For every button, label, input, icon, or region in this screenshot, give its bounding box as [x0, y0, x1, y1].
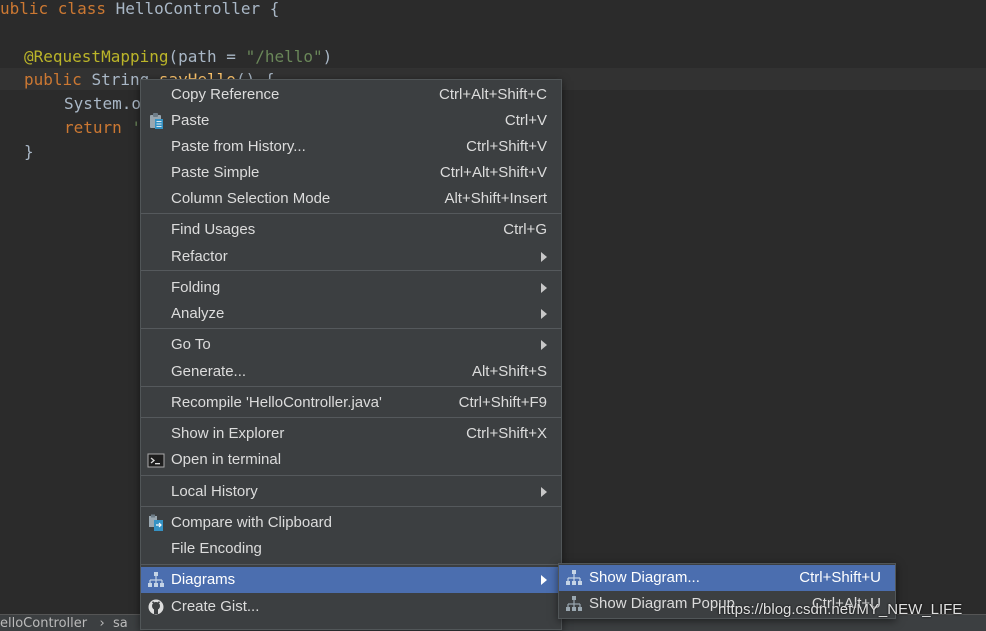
menu-item-label: Go To — [171, 336, 211, 353]
annotation-args: (path = — [168, 47, 246, 66]
menu-separator — [141, 564, 561, 565]
keyword: return — [64, 118, 122, 137]
menu-separator — [141, 213, 561, 214]
menu-item-copy-reference[interactable]: Copy Reference Ctrl+Alt+Shift+C — [141, 82, 561, 108]
menu-item-label: Column Selection Mode — [171, 190, 331, 207]
diagram-icon — [565, 595, 583, 613]
menu-item-go-to[interactable]: Go To — [141, 332, 561, 358]
menu-item-create-gist[interactable]: Create Gist... — [141, 594, 561, 620]
menu-item-generate[interactable]: Generate... Alt+Shift+S — [141, 359, 561, 385]
menu-item-shortcut: Ctrl+V — [504, 112, 547, 129]
menu-item-recompile[interactable]: Recompile 'HelloController.java' Ctrl+Sh… — [141, 390, 561, 416]
menu-item-local-history[interactable]: Local History — [141, 479, 561, 505]
editor-context-menu: Copy Reference Ctrl+Alt+Shift+C Paste Ct… — [140, 79, 562, 630]
menu-item-open-in-terminal[interactable]: Open in terminal — [141, 447, 561, 473]
menu-separator — [141, 270, 561, 271]
menu-item-label: Diagrams — [171, 571, 236, 588]
menu-separator — [141, 328, 561, 329]
submenu-arrow-icon — [541, 252, 547, 262]
menu-item-folding[interactable]: Folding — [141, 275, 561, 301]
code-line-5: System.o — [64, 94, 142, 113]
submenu-arrow-icon — [541, 283, 547, 293]
menu-item-shortcut: Ctrl+Shift+V — [466, 138, 547, 155]
code-line-7: } — [24, 142, 34, 161]
menu-item-refactor[interactable]: Refactor — [141, 244, 561, 270]
menu-item-file-encoding[interactable]: File Encoding — [141, 536, 561, 562]
menu-item-column-selection-mode[interactable]: Column Selection Mode Alt+Shift+Insert — [141, 186, 561, 212]
menu-item-analyze[interactable]: Analyze — [141, 301, 561, 327]
menu-item-label: Local History — [171, 483, 258, 500]
menu-item-show-in-explorer[interactable]: Show in Explorer Ctrl+Shift+X — [141, 421, 561, 447]
menu-item-shortcut: Ctrl+G — [503, 221, 547, 238]
submenu-arrow-icon — [541, 487, 547, 497]
menu-item-diagrams[interactable]: Diagrams — [141, 567, 561, 593]
annotation: @RequestMapping — [24, 47, 169, 66]
menu-item-label: Show in Explorer — [171, 425, 285, 442]
menu-item-shortcut: Alt+Shift+Insert — [444, 190, 547, 207]
keyword: ublic class — [0, 0, 116, 18]
code-line-3: @RequestMapping(path = "/hello") — [24, 45, 332, 69]
clipboard-icon — [147, 112, 165, 130]
brace: { — [260, 0, 280, 18]
menu-item-label: Open in terminal — [171, 451, 282, 468]
menu-item-label: Compare with Clipboard — [171, 514, 332, 531]
github-icon — [147, 598, 165, 616]
menu-item-label: Paste from History... — [171, 138, 306, 155]
menu-item-shortcut: Alt+Shift+S — [471, 363, 547, 380]
menu-item-shortcut: Ctrl+Alt+Shift+V — [439, 164, 547, 181]
menu-item-label: Find Usages — [171, 221, 256, 238]
menu-separator — [141, 506, 561, 507]
menu-item-label: Refactor — [171, 248, 228, 265]
code-line-6: return ' — [64, 116, 141, 140]
submenu-arrow-icon — [541, 340, 547, 350]
submenu-item-show-diagram[interactable]: Show Diagram... Ctrl+Shift+U — [559, 565, 895, 591]
menu-item-compare-with-clipboard[interactable]: Compare with Clipboard — [141, 510, 561, 536]
menu-item-shortcut: Ctrl+Alt+Shift+C — [439, 86, 547, 103]
menu-item-label: Recompile 'HelloController.java' — [171, 394, 382, 411]
menu-separator — [141, 475, 561, 476]
menu-item-paste-from-history[interactable]: Paste from History... Ctrl+Shift+V — [141, 134, 561, 160]
menu-item-label: Paste Simple — [171, 164, 260, 181]
submenu-item-label: Show Diagram... — [589, 569, 700, 586]
menu-item-find-usages[interactable]: Find Usages Ctrl+G — [141, 217, 561, 243]
menu-separator — [141, 417, 561, 418]
submenu-arrow-icon — [541, 575, 547, 585]
menu-item-label: Copy Reference — [171, 86, 280, 103]
menu-item-shortcut: Ctrl+Shift+F9 — [458, 394, 547, 411]
menu-item-paste[interactable]: Paste Ctrl+V — [141, 108, 561, 134]
menu-item-label: Create Gist... — [171, 598, 260, 615]
menu-item-paste-simple[interactable]: Paste Simple Ctrl+Alt+Shift+V — [141, 160, 561, 186]
diagram-icon — [147, 571, 165, 589]
terminal-icon — [147, 451, 165, 469]
menu-item-label: Generate... — [171, 363, 247, 380]
compare-icon — [147, 514, 165, 532]
string-literal: ' — [121, 118, 142, 137]
paren: ) — [322, 47, 333, 66]
keyword: public — [24, 70, 92, 89]
code-line-1: ublic class HelloController { — [0, 0, 279, 21]
diagram-icon — [565, 569, 583, 587]
string-literal: "/hello" — [245, 47, 323, 66]
menu-item-shortcut: Ctrl+Shift+X — [466, 425, 547, 442]
class-name: HelloController — [115, 0, 261, 18]
menu-separator — [141, 386, 561, 387]
submenu-item-shortcut: Ctrl+Shift+U — [799, 569, 881, 586]
menu-item-label: Paste — [171, 112, 210, 129]
watermark: https://blog.csdn.net/MY_NEW_LIFE — [718, 601, 963, 618]
menu-item-label: Folding — [171, 279, 221, 296]
menu-item-label: Analyze — [171, 305, 225, 322]
menu-item-label: File Encoding — [171, 540, 262, 557]
submenu-arrow-icon — [541, 309, 547, 319]
